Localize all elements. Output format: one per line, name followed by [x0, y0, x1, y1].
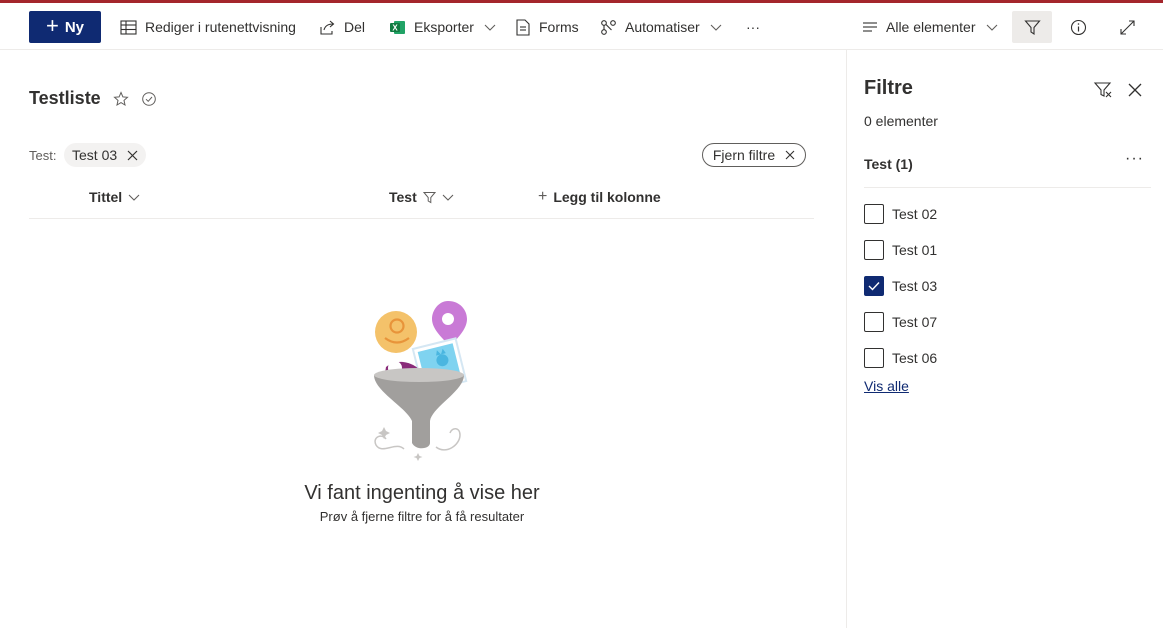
filter-section-more-button[interactable]: ··· — [1125, 150, 1144, 168]
column-test-label: Test — [389, 189, 417, 205]
column-header-title[interactable]: Tittel — [89, 186, 140, 208]
chevron-down-icon — [128, 194, 140, 201]
forms-icon — [516, 18, 530, 36]
more-label: ··· — [746, 19, 760, 35]
filter-pane-title: Filtre — [864, 77, 913, 99]
empty-state-title: Vi fant ingenting å vise her — [304, 482, 540, 504]
filter-option[interactable]: Test 02 — [864, 204, 937, 224]
svg-text:X: X — [392, 23, 398, 32]
info-button[interactable] — [1070, 11, 1087, 43]
expand-button[interactable] — [1119, 11, 1136, 43]
expand-icon — [1120, 19, 1135, 35]
filter-checkbox[interactable] — [864, 240, 884, 260]
filter-checkbox[interactable] — [864, 312, 884, 332]
filter-chip: Test 03 — [64, 143, 147, 167]
filter-option[interactable]: Test 07 — [864, 312, 937, 332]
automate-label: Automatiser — [625, 19, 700, 35]
filter-option-label: Test 07 — [892, 314, 938, 330]
filter-option-label: Test 06 — [892, 350, 938, 366]
close-icon — [785, 150, 795, 160]
plus-icon: + — [45, 13, 59, 38]
filter-option[interactable]: Test 03 — [864, 276, 937, 296]
empty-state-subtitle: Prøv å fjerne filtre for å få resultater — [319, 509, 525, 524]
more-commands-button[interactable]: ··· — [746, 11, 760, 43]
edit-grid-view-label: Rediger i rutenettvisning — [145, 19, 296, 35]
filter-option-label: Test 02 — [892, 206, 938, 222]
empty-state-illustration — [374, 301, 468, 461]
column-title-label: Tittel — [89, 189, 123, 205]
filter-section-title[interactable]: Test (1) — [864, 156, 913, 172]
clear-filters-button[interactable]: Fjern filtre — [702, 143, 806, 167]
new-button-label: Ny — [64, 18, 85, 36]
checkmark-icon — [868, 282, 880, 291]
plus-icon: + — [538, 188, 548, 205]
chevron-down-icon — [986, 24, 997, 31]
forms-button[interactable]: Forms — [515, 11, 579, 43]
filter-option-label: Test 03 — [892, 278, 938, 294]
star-icon[interactable] — [113, 90, 129, 107]
excel-icon: X — [390, 20, 405, 34]
new-button[interactable]: + Ny — [29, 11, 101, 43]
header-divider — [29, 218, 814, 219]
filter-option[interactable]: Test 06 — [864, 348, 937, 368]
share-label: Del — [344, 19, 366, 35]
check-circle-icon[interactable] — [141, 91, 157, 107]
add-column-button[interactable]: + Legg til kolonne — [538, 186, 661, 208]
filter-checkbox[interactable] — [864, 204, 884, 224]
page-title: Testliste — [29, 88, 101, 108]
view-selector[interactable]: Alle elementer — [862, 11, 998, 43]
edit-grid-view-button[interactable]: Rediger i rutenettvisning — [120, 11, 296, 43]
active-filter-label: Test: — [29, 148, 57, 163]
close-icon[interactable] — [127, 150, 138, 161]
filter-chip-label: Test 03 — [72, 147, 118, 163]
filter-option-label: Test 01 — [892, 242, 938, 258]
export-label: Eksporter — [414, 19, 474, 35]
share-button[interactable]: Del — [319, 11, 365, 43]
filter-icon — [422, 191, 436, 203]
grid-icon — [120, 19, 137, 35]
filter-checkbox[interactable] — [864, 348, 884, 368]
share-icon — [320, 20, 335, 35]
flow-icon — [601, 19, 616, 35]
command-bar: + Ny Rediger i rutenettvisning Del X Eks… — [0, 3, 1163, 50]
filter-pane: Filtre 0 elementer Test (1) ··· Test 02 … — [846, 50, 1163, 628]
automate-button[interactable]: Automatiser — [600, 11, 722, 43]
close-icon[interactable] — [1125, 80, 1145, 100]
list-view-icon — [863, 22, 877, 32]
list-header: Testliste — [29, 88, 157, 109]
filter-result-count: 0 elementer — [864, 113, 938, 129]
export-button[interactable]: X Eksporter — [389, 11, 496, 43]
filter-option[interactable]: Test 01 — [864, 240, 937, 260]
chevron-down-icon — [484, 24, 496, 31]
see-all-link[interactable]: Vis alle — [864, 378, 909, 394]
info-icon — [1070, 19, 1087, 35]
chevron-down-icon — [442, 194, 454, 201]
filter-checkbox[interactable] — [864, 276, 884, 296]
clear-filters-label: Fjern filtre — [712, 147, 776, 163]
forms-label: Forms — [539, 19, 579, 35]
filter-icon — [1023, 19, 1041, 35]
filter-section-divider — [864, 187, 1151, 188]
filter-pane-button[interactable] — [1012, 11, 1052, 43]
chevron-down-icon — [710, 24, 722, 31]
filter-clear-icon[interactable] — [1093, 80, 1113, 100]
add-column-label: Legg til kolonne — [553, 189, 661, 205]
column-header-test[interactable]: Test — [389, 186, 454, 208]
view-selector-label: Alle elementer — [886, 19, 976, 35]
